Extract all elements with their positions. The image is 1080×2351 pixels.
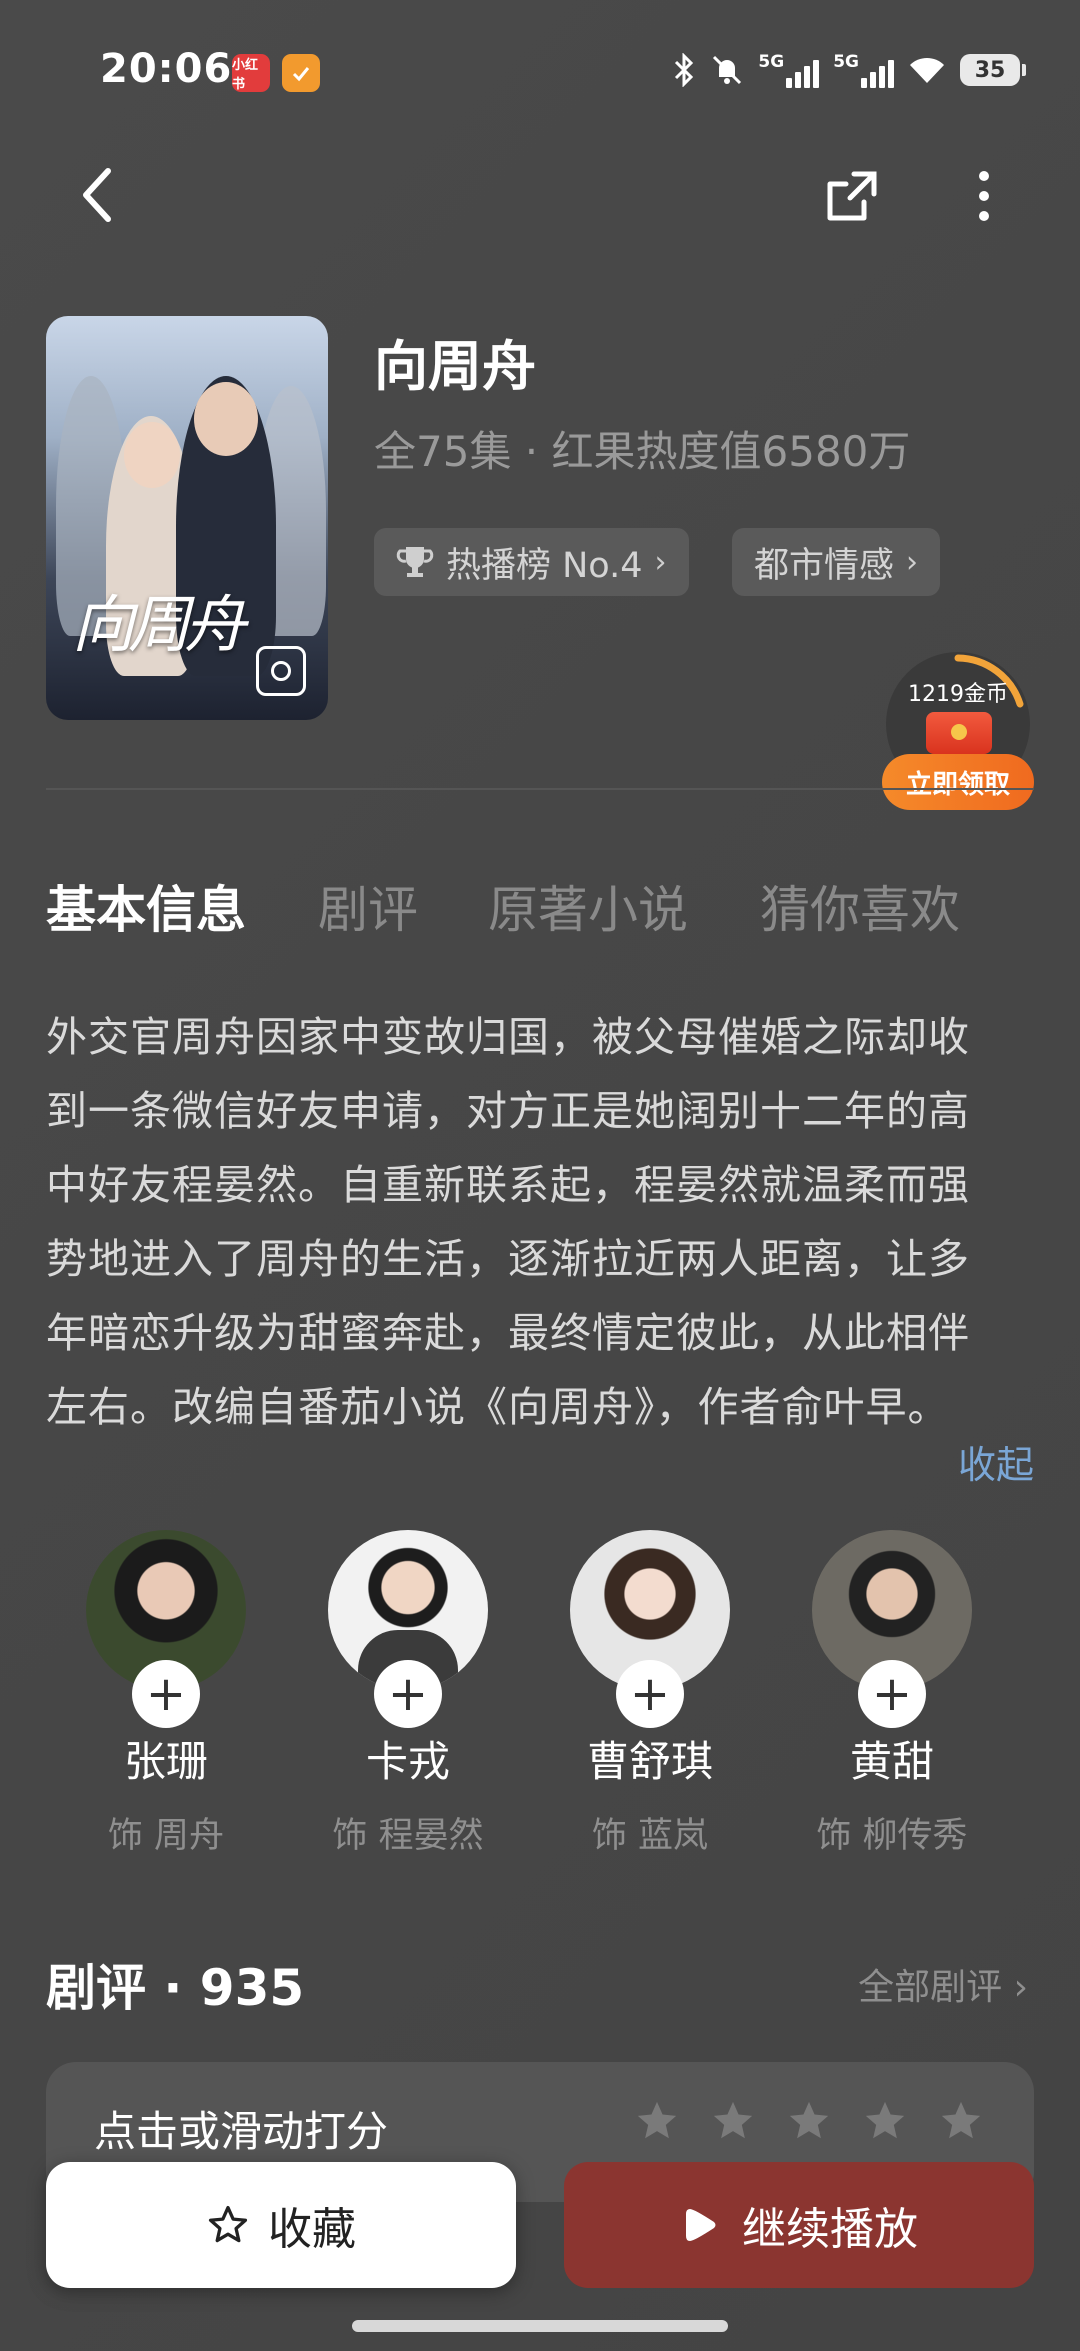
- tag-hot-chart[interactable]: 热播榜 No.4 ›: [374, 528, 689, 596]
- favorite-label: 收藏: [268, 2204, 356, 2255]
- rating-prompt: 点击或滑动打分: [94, 2107, 389, 2156]
- star-icon[interactable]: [786, 2098, 832, 2144]
- xiaohongshu-badge-icon: 小红书: [232, 54, 270, 92]
- cast-role: 饰 程晏然: [332, 1816, 484, 1856]
- star-icon[interactable]: [862, 2098, 908, 2144]
- follow-plus-icon[interactable]: +: [374, 1660, 442, 1728]
- play-icon: [686, 2209, 716, 2241]
- all-reviews-link[interactable]: 全部剧评 ›: [858, 1958, 1028, 2010]
- star-outline-icon: [208, 2205, 248, 2243]
- tab-original-novel[interactable]: 原著小说: [488, 870, 688, 942]
- star-icon[interactable]: [710, 2098, 756, 2144]
- synopsis-line: 势地进入了周舟的生活，逐渐拉近两人距离，让多: [46, 1235, 970, 1283]
- red-envelope-icon: [926, 712, 992, 754]
- network-5g-label: 5G: [758, 52, 785, 72]
- follow-plus-icon[interactable]: +: [132, 1660, 200, 1728]
- gallery-icon[interactable]: [256, 646, 306, 696]
- claim-button[interactable]: 立即领取: [882, 754, 1034, 810]
- tab-basic-info[interactable]: 基本信息: [46, 870, 246, 942]
- synopsis-line: 年暗恋升级为甜蜜奔赴，最终情定彼此，从此相伴: [46, 1309, 970, 1357]
- status-time: 20:06: [100, 46, 233, 92]
- cast-role: 饰 周舟: [107, 1816, 225, 1856]
- star-icon[interactable]: [938, 2098, 984, 2144]
- show-poster[interactable]: 向周舟: [46, 316, 328, 720]
- trophy-icon: [396, 547, 434, 577]
- tab-recommend[interactable]: 猜你喜欢: [760, 870, 960, 942]
- wifi-icon: [910, 57, 944, 83]
- chevron-right-icon: ›: [654, 544, 667, 580]
- collapse-link[interactable]: 收起: [958, 1434, 1034, 1489]
- signal-icon-2: [861, 58, 894, 88]
- cast-member[interactable]: + 黄甜 饰 柳传秀: [802, 1530, 982, 1858]
- all-reviews-label: 全部剧评: [858, 1967, 1003, 2008]
- cast-name: 黄甜: [849, 1737, 934, 1786]
- cast-member[interactable]: + 曹舒琪 饰 蓝岚: [560, 1530, 740, 1858]
- continue-play-label: 继续播放: [742, 2204, 918, 2255]
- cast-role: 饰 柳传秀: [816, 1816, 968, 1856]
- tag-hot-chart-label: 热播榜 No.4: [446, 545, 643, 586]
- coin-amount: 1219金币: [908, 682, 1008, 707]
- cast-name: 曹舒琪: [586, 1737, 713, 1786]
- synopsis-line: 外交官周舟因家中变故归国，被父母催婚之际却收: [46, 1013, 970, 1061]
- back-arrow-icon[interactable]: [66, 160, 126, 230]
- tag-genre-label: 都市情感: [754, 545, 895, 586]
- bluetooth-icon: [675, 53, 694, 87]
- synopsis: 外交官周舟因家中变故归国，被父母催婚之际却收 到一条微信好友申请，对方正是她阔别…: [46, 1000, 1036, 1444]
- battery-icon: 35: [960, 54, 1026, 86]
- app-notification-icon: [282, 54, 320, 92]
- poster-title: 向周舟: [72, 588, 246, 661]
- divider: [46, 788, 1034, 790]
- status-icons: 5G 5G 35: [672, 52, 1026, 88]
- show-meta: 全75集 · 红果热度值6580万: [374, 427, 911, 476]
- continue-play-button[interactable]: 继续播放: [564, 2162, 1034, 2288]
- signal-icon: [786, 58, 820, 88]
- show-title: 向周舟: [374, 335, 536, 398]
- tab-reviews[interactable]: 剧评: [318, 870, 418, 942]
- more-vertical-icon[interactable]: [962, 164, 1006, 228]
- home-indicator[interactable]: [352, 2320, 728, 2332]
- rating-stars[interactable]: [634, 2098, 984, 2144]
- star-icon[interactable]: [634, 2098, 680, 2144]
- tag-genre[interactable]: 都市情感 ›: [732, 528, 941, 596]
- follow-plus-icon[interactable]: +: [616, 1660, 684, 1728]
- chevron-right-icon: ›: [1013, 1967, 1028, 2008]
- cast-member[interactable]: + 卡戎 饰 程晏然: [318, 1530, 498, 1858]
- cast-member[interactable]: + 张珊 饰 周舟: [76, 1530, 256, 1858]
- reviews-title: 剧评 · 935: [46, 1959, 305, 2017]
- follow-plus-icon[interactable]: +: [858, 1660, 926, 1728]
- chevron-right-icon: ›: [906, 544, 919, 580]
- network-5g-label-2: 5G: [833, 52, 859, 72]
- cast-name: 卡戎: [365, 1737, 450, 1786]
- synopsis-line: 左右。改编自番茄小说《向周舟》，作者俞叶早。: [46, 1383, 950, 1431]
- synopsis-line: 中好友程晏然。自重新联系起，程晏然就温柔而强: [46, 1161, 970, 1209]
- mute-bell-icon: [713, 55, 742, 85]
- share-icon[interactable]: [820, 164, 884, 228]
- cast-role: 饰 蓝岚: [591, 1816, 709, 1856]
- synopsis-line: 到一条微信好友申请，对方正是她阔别十二年的高: [46, 1087, 970, 1135]
- favorite-button[interactable]: 收藏: [46, 2162, 516, 2288]
- cast-name: 张珊: [123, 1737, 208, 1786]
